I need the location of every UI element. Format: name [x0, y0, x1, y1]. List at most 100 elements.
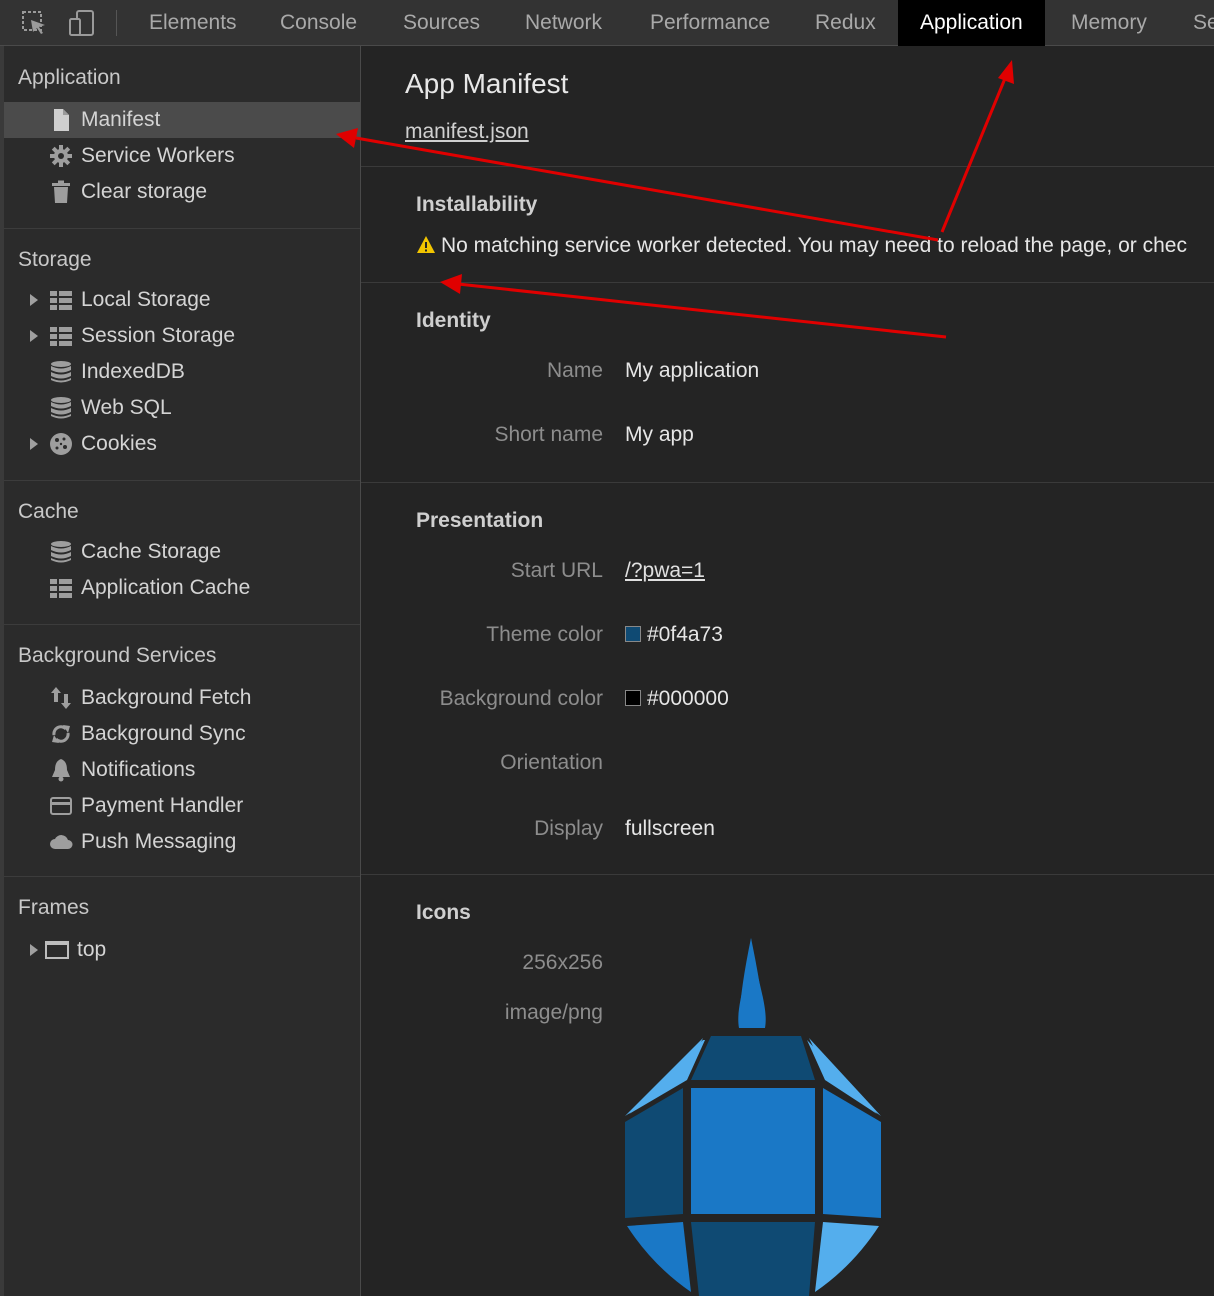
database-icon	[51, 361, 71, 383]
theme-color-swatch	[625, 626, 641, 642]
sidebar-item-push-messaging[interactable]: Push Messaging	[4, 824, 360, 860]
app-icon-image	[625, 938, 881, 1296]
bell-icon	[52, 759, 70, 782]
sidebar-item-clear-storage[interactable]: Clear storage	[4, 174, 360, 210]
grid-icon	[50, 579, 72, 598]
sidebar-item-label: Notifications	[81, 758, 196, 781]
warning-text: No matching service worker detected. You…	[441, 234, 1187, 257]
sidebar-item-label: Payment Handler	[81, 794, 244, 817]
start-url-link[interactable]: /?pwa=1	[625, 559, 705, 582]
sidebar-item-label: Background Sync	[81, 722, 246, 745]
sidebar-item-label: Cookies	[81, 432, 157, 455]
section-divider	[361, 282, 1214, 283]
background-color-label: Background color	[439, 687, 603, 710]
theme-color-text: #0f4a73	[647, 623, 723, 646]
sidebar-item-label: Web SQL	[81, 396, 172, 419]
database-icon	[51, 541, 71, 563]
tab-memory[interactable]: Memory	[1071, 0, 1147, 46]
frame-icon	[45, 941, 69, 959]
icon-size: 256x256	[522, 951, 603, 974]
grid-icon	[50, 291, 72, 310]
section-divider	[4, 876, 360, 877]
section-title-storage: Storage	[18, 248, 92, 271]
start-url-label: Start URL	[510, 559, 603, 582]
sidebar-item-cache-storage[interactable]: Cache Storage	[4, 534, 360, 570]
sidebar-item-local-storage[interactable]: Local Storage	[4, 282, 360, 318]
sidebar-item-notifications[interactable]: Notifications	[4, 752, 360, 788]
tab-elements[interactable]: Elements	[149, 0, 237, 46]
page-title: App Manifest	[405, 68, 569, 99]
section-divider	[361, 166, 1214, 167]
name-value: My application	[625, 359, 760, 382]
expand-arrow-icon[interactable]	[30, 944, 38, 956]
device-toggle-icon[interactable]	[68, 9, 96, 37]
section-divider	[4, 228, 360, 229]
sidebar-item-label: Cache Storage	[81, 540, 222, 563]
orientation-label: Orientation	[500, 751, 603, 774]
sidebar-item-label: Application Cache	[81, 576, 251, 599]
background-color-text: #000000	[647, 687, 729, 710]
display-value: fullscreen	[625, 817, 715, 840]
short-name-value: My app	[625, 423, 694, 446]
section-title-application: Application	[18, 66, 121, 89]
file-icon	[54, 109, 69, 131]
sidebar-item-label: Push Messaging	[81, 830, 237, 853]
identity-heading: Identity	[416, 309, 491, 332]
section-title-frames: Frames	[18, 896, 90, 919]
background-color-value: #000000	[625, 687, 729, 711]
sidebar-item-label: top	[77, 938, 107, 961]
expand-arrow-icon[interactable]	[30, 438, 38, 450]
tab-security[interactable]: Se	[1193, 0, 1214, 46]
warning-icon	[417, 236, 435, 253]
sidebar-item-manifest[interactable]: Manifest	[4, 102, 360, 138]
section-divider	[4, 624, 360, 625]
sidebar-item-web-sql[interactable]: Web SQL	[4, 390, 360, 426]
short-name-label: Short name	[494, 423, 603, 446]
sidebar-item-label: Local Storage	[81, 288, 211, 311]
gear-icon	[50, 145, 72, 167]
tab-network[interactable]: Network	[525, 0, 602, 46]
sidebar-item-session-storage[interactable]: Session Storage	[4, 318, 360, 354]
cookie-icon	[50, 433, 72, 455]
sidebar: Application Manifest Service Workers Cle…	[0, 46, 361, 1296]
sidebar-item-application-cache[interactable]: Application Cache	[4, 570, 360, 606]
sidebar-item-cookies[interactable]: Cookies	[4, 426, 360, 462]
background-color-swatch	[625, 690, 641, 706]
section-divider	[361, 482, 1214, 483]
name-label: Name	[546, 359, 603, 382]
tab-performance[interactable]: Performance	[650, 0, 770, 46]
toolbar-separator	[116, 10, 117, 36]
sidebar-item-frame-top[interactable]: top	[4, 932, 360, 968]
database-icon	[51, 397, 71, 419]
presentation-heading: Presentation	[416, 509, 544, 532]
expand-arrow-icon[interactable]	[30, 294, 38, 306]
sidebar-item-label: Service Workers	[81, 144, 235, 167]
sidebar-item-indexeddb[interactable]: IndexedDB	[4, 354, 360, 390]
sidebar-item-service-workers[interactable]: Service Workers	[4, 138, 360, 174]
sidebar-item-label: Manifest	[81, 108, 161, 131]
grid-icon	[50, 327, 72, 346]
sidebar-item-label: Background Fetch	[81, 686, 252, 709]
sidebar-item-label: Clear storage	[81, 180, 208, 203]
installability-heading: Installability	[416, 193, 538, 216]
icon-type: image/png	[504, 1001, 603, 1024]
up-down-arrows-icon	[51, 687, 71, 709]
theme-color-label: Theme color	[486, 623, 603, 646]
tab-application[interactable]: Application	[898, 0, 1045, 46]
display-label: Display	[534, 817, 603, 840]
inspect-element-icon[interactable]	[20, 9, 48, 37]
icons-heading: Icons	[416, 901, 471, 924]
card-icon	[50, 797, 72, 815]
sidebar-item-payment-handler[interactable]: Payment Handler	[4, 788, 360, 824]
tab-console[interactable]: Console	[280, 0, 357, 46]
expand-arrow-icon[interactable]	[30, 330, 38, 342]
sidebar-item-background-fetch[interactable]: Background Fetch	[4, 680, 360, 716]
sidebar-item-background-sync[interactable]: Background Sync	[4, 716, 360, 752]
tab-redux[interactable]: Redux	[815, 0, 876, 46]
manifest-link[interactable]: manifest.json	[405, 120, 529, 144]
section-divider	[4, 480, 360, 481]
section-title-background-services: Background Services	[18, 644, 217, 667]
sidebar-item-label: IndexedDB	[81, 360, 185, 383]
main-panel: App Manifest manifest.json Installabilit…	[361, 46, 1214, 1296]
tab-sources[interactable]: Sources	[403, 0, 480, 46]
